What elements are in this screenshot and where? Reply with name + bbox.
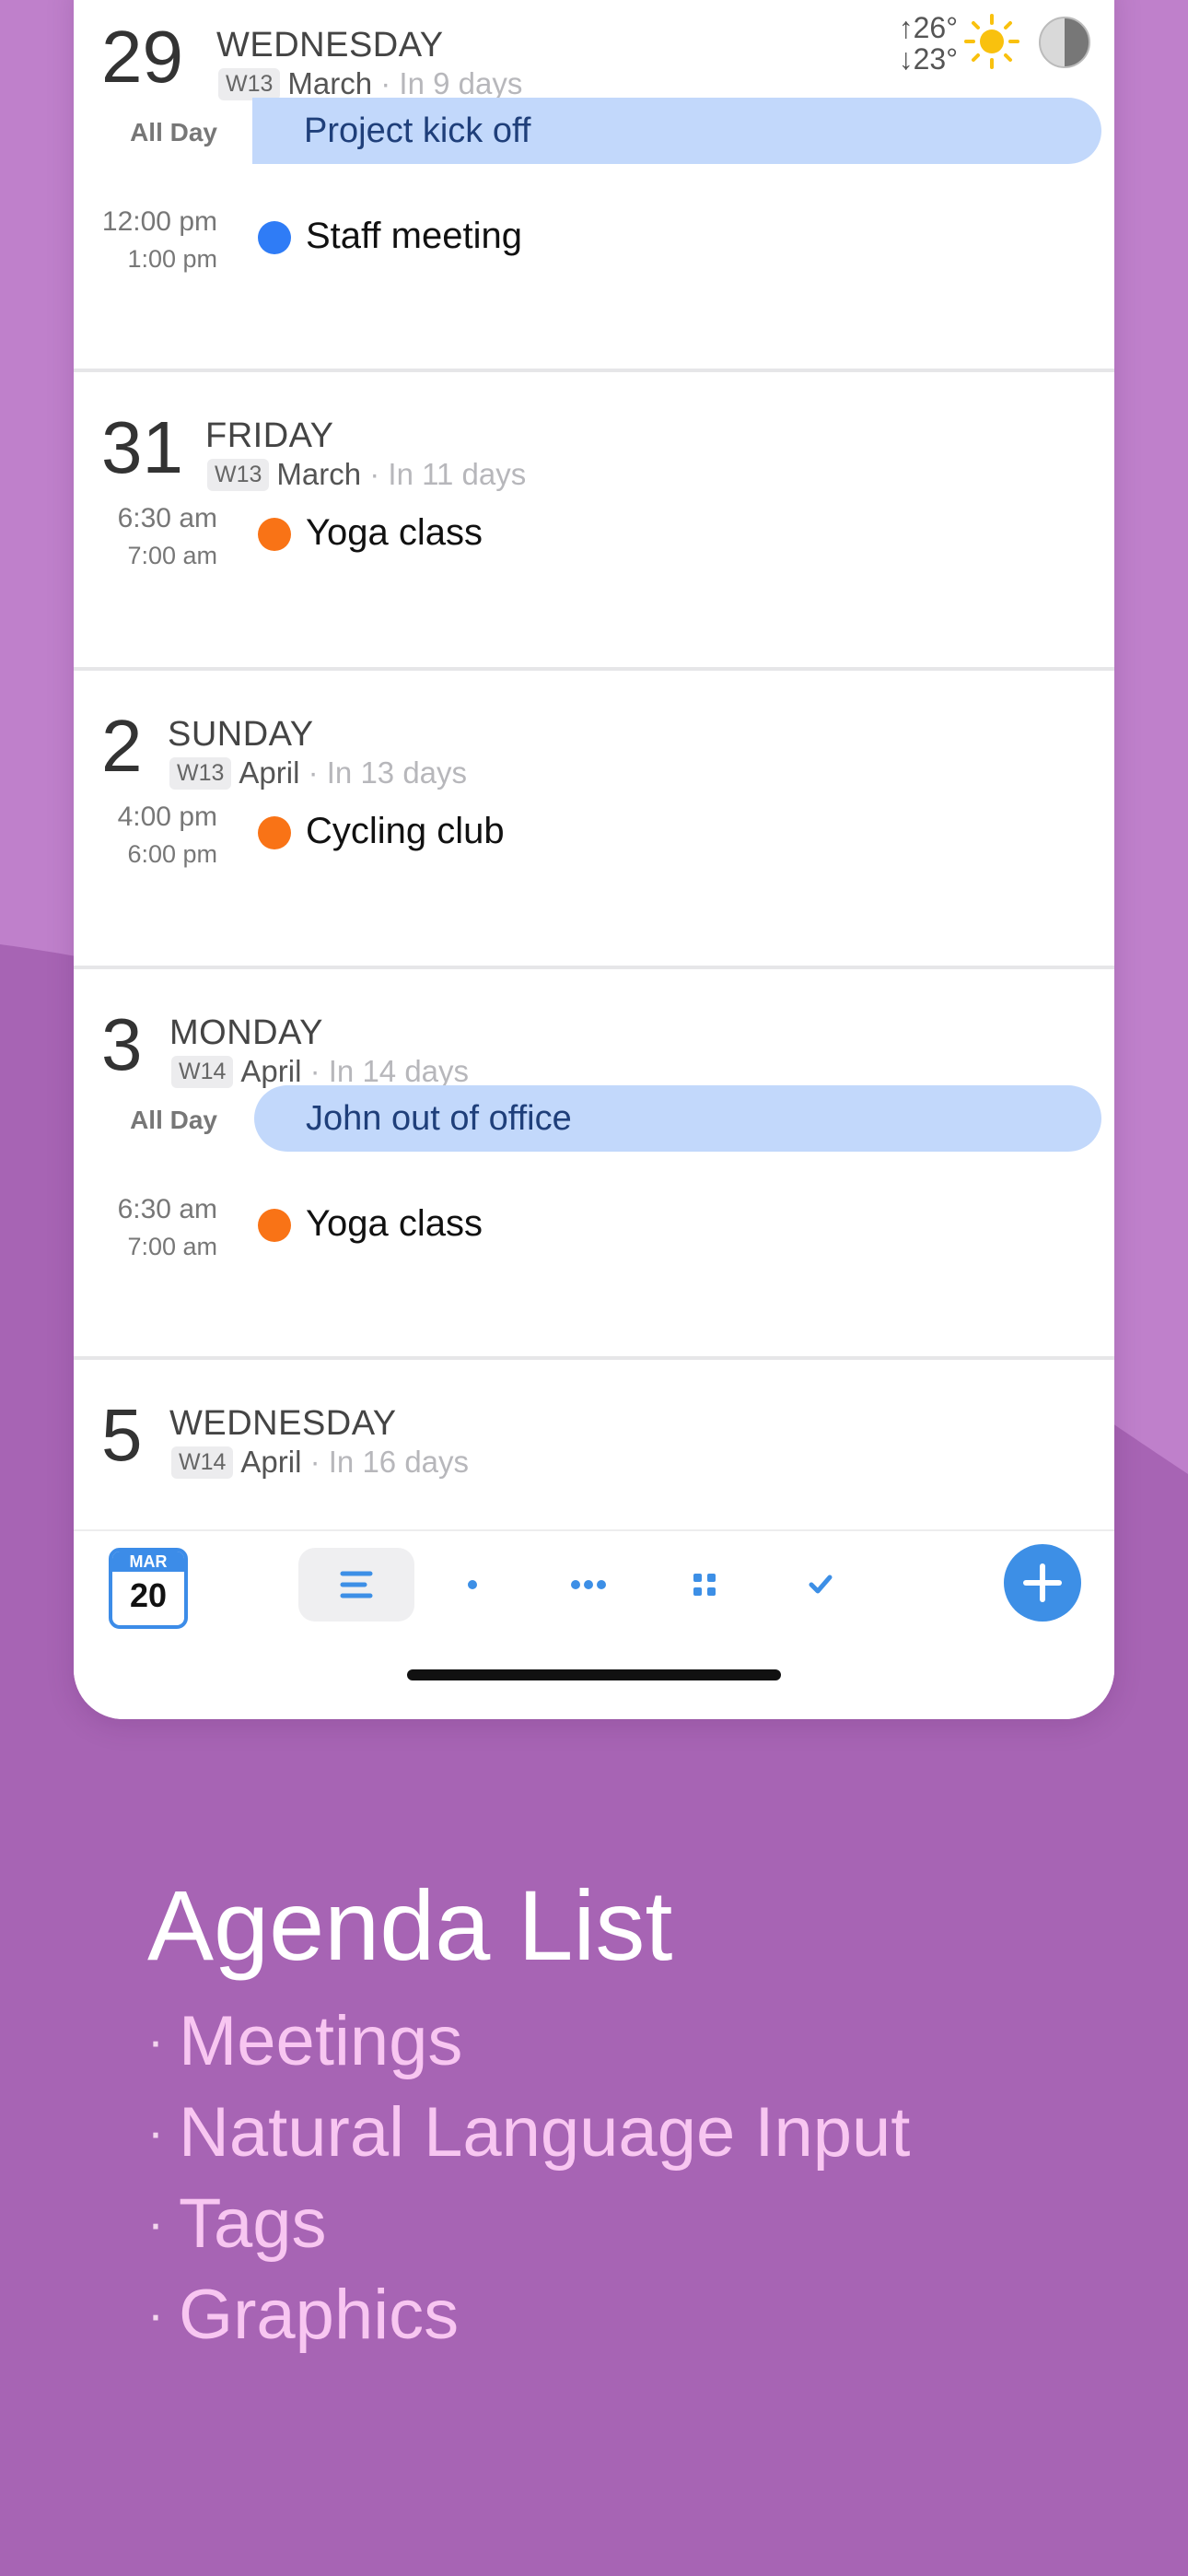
bullet: · bbox=[147, 2195, 164, 2251]
day-subtitle: W14 April · In 16 days bbox=[171, 1445, 469, 1480]
event-row[interactable]: 4:00 pm 6:00 pm Cycling club bbox=[74, 789, 1114, 888]
promo-feature-list: · Meetings · Natural Language Input · Tags … bbox=[147, 1996, 910, 2360]
temp-low: ↓23° bbox=[898, 42, 958, 76]
day-number: 3 bbox=[101, 1003, 143, 1085]
grid-dots-icon bbox=[693, 1574, 716, 1596]
bottom-toolbar: MAR 20 bbox=[74, 1529, 1114, 1719]
day-header: 29 WEDNESDAY W13 March · In 9 days ↑26° ↓… bbox=[74, 0, 1114, 100]
day-section: 31 FRIDAY W13 March · In 11 days 6:30 am … bbox=[74, 372, 1114, 671]
day-number: 29 bbox=[101, 16, 183, 98]
moon-phase-icon bbox=[1039, 17, 1090, 68]
allday-event[interactable]: John out of office bbox=[254, 1085, 1101, 1152]
day-month: April bbox=[240, 1445, 302, 1479]
day-section: 3 MONDAY W14 April · In 14 days All Day J… bbox=[74, 969, 1114, 1360]
relative-date: · In 11 days bbox=[369, 457, 527, 491]
week-badge: W14 bbox=[171, 1446, 234, 1479]
bullet: · bbox=[147, 2104, 164, 2160]
promo-feature: · Graphics bbox=[147, 2269, 910, 2360]
event-start-time: 6:30 am bbox=[117, 503, 217, 533]
event-end-time: 7:00 am bbox=[127, 542, 217, 569]
day-section: 29 WEDNESDAY W13 March · In 9 days ↑26° ↓… bbox=[74, 0, 1114, 372]
tasks-view-button[interactable] bbox=[763, 1548, 879, 1622]
day-header: 2 SUNDAY W13 April · In 13 days bbox=[74, 671, 1114, 790]
three-dots-icon bbox=[571, 1580, 606, 1589]
month-view-button[interactable] bbox=[646, 1548, 763, 1622]
day-section: 5 WEDNESDAY W14 April · In 16 days bbox=[74, 1360, 1114, 1529]
day-number: 2 bbox=[101, 705, 143, 787]
event-end-time: 6:00 pm bbox=[127, 840, 217, 868]
day-weekday: FRIDAY bbox=[205, 416, 334, 455]
event-end-time: 1:00 pm bbox=[127, 245, 217, 273]
allday-label: All Day bbox=[130, 1106, 217, 1134]
event-row[interactable]: 6:30 am 7:00 am Yoga class bbox=[74, 1181, 1114, 1281]
event-title: Staff meeting bbox=[306, 216, 522, 256]
day-header: 31 FRIDAY W13 March · In 11 days bbox=[74, 372, 1114, 491]
promo-feature: · Tags bbox=[147, 2178, 910, 2269]
event-title: Cycling club bbox=[306, 811, 505, 851]
day-header: 5 WEDNESDAY W14 April · In 16 days bbox=[74, 1360, 1114, 1479]
event-title: Yoga class bbox=[306, 512, 483, 553]
week-badge: W13 bbox=[169, 757, 232, 790]
agenda-list-icon bbox=[340, 1571, 373, 1598]
promo-text: Agenda List · Meetings · Natural Language … bbox=[147, 1876, 910, 2360]
event-start-time: 6:30 am bbox=[117, 1194, 217, 1224]
phone-screen: 29 WEDNESDAY W13 March · In 9 days ↑26° ↓… bbox=[74, 0, 1114, 1719]
day-weekday: WEDNESDAY bbox=[216, 26, 444, 64]
agenda-view-button[interactable] bbox=[298, 1548, 414, 1622]
event-color-dot bbox=[258, 1209, 291, 1242]
event-title: Yoga class bbox=[306, 1203, 483, 1244]
day-number: 31 bbox=[101, 406, 183, 488]
allday-row: All Day Project kick off bbox=[74, 92, 1114, 193]
today-month: MAR bbox=[112, 1551, 184, 1572]
day-view-button[interactable] bbox=[414, 1548, 530, 1622]
day-month: March bbox=[276, 457, 362, 491]
day-weekday: MONDAY bbox=[169, 1013, 323, 1052]
day-weekday: WEDNESDAY bbox=[169, 1404, 397, 1443]
event-row[interactable]: 12:00 pm 1:00 pm Staff meeting bbox=[74, 193, 1114, 293]
temp-high: ↑26° bbox=[898, 11, 958, 44]
day-weekday: SUNDAY bbox=[168, 715, 314, 754]
promo-feature-label: Meetings bbox=[178, 2002, 463, 2080]
event-color-dot bbox=[258, 816, 291, 849]
day-section: 2 SUNDAY W13 April · In 13 days 4:00 pm 6… bbox=[74, 671, 1114, 969]
promo-feature: · Meetings bbox=[147, 1996, 910, 2087]
allday-event[interactable]: Project kick off bbox=[252, 98, 1101, 164]
promo-feature-label: Natural Language Input bbox=[178, 2093, 911, 2172]
agenda-list[interactable]: 29 WEDNESDAY W13 March · In 9 days ↑26° ↓… bbox=[74, 0, 1114, 1529]
week-badge: W13 bbox=[207, 459, 270, 491]
three-day-view-button[interactable] bbox=[530, 1548, 646, 1622]
event-start-time: 12:00 pm bbox=[101, 206, 217, 237]
relative-date: · In 13 days bbox=[308, 755, 468, 790]
add-event-button[interactable] bbox=[1004, 1544, 1081, 1622]
bullet: · bbox=[147, 2013, 164, 2068]
event-color-dot bbox=[258, 221, 291, 254]
bullet: · bbox=[147, 2287, 164, 2342]
checkmark-icon bbox=[809, 1575, 833, 1594]
event-end-time: 7:00 am bbox=[127, 1233, 217, 1260]
today-calendar-icon[interactable]: MAR 20 bbox=[109, 1548, 188, 1629]
event-row[interactable]: 6:30 am 7:00 am Yoga class bbox=[74, 490, 1114, 590]
relative-date: · In 16 days bbox=[309, 1445, 470, 1479]
plus-icon bbox=[1023, 1563, 1062, 1602]
day-subtitle: W13 March · In 11 days bbox=[207, 457, 526, 492]
day-number: 5 bbox=[101, 1394, 143, 1476]
promo-feature: · Natural Language Input bbox=[147, 2087, 910, 2178]
day-month: April bbox=[239, 755, 300, 790]
single-dot-icon bbox=[468, 1580, 477, 1589]
today-day: 20 bbox=[129, 1576, 168, 1614]
sun-icon bbox=[964, 14, 1019, 69]
promo-feature-label: Graphics bbox=[178, 2276, 460, 2354]
event-start-time: 4:00 pm bbox=[117, 802, 217, 832]
allday-row: All Day John out of office bbox=[74, 1080, 1114, 1181]
allday-label: All Day bbox=[130, 118, 217, 146]
day-subtitle: W13 April · In 13 days bbox=[169, 755, 467, 790]
promo-title: Agenda List bbox=[147, 1869, 673, 1981]
home-indicator[interactable] bbox=[407, 1669, 781, 1680]
event-color-dot bbox=[258, 518, 291, 551]
promo-feature-label: Tags bbox=[178, 2184, 327, 2263]
day-header: 3 MONDAY W14 April · In 14 days bbox=[74, 969, 1114, 1088]
